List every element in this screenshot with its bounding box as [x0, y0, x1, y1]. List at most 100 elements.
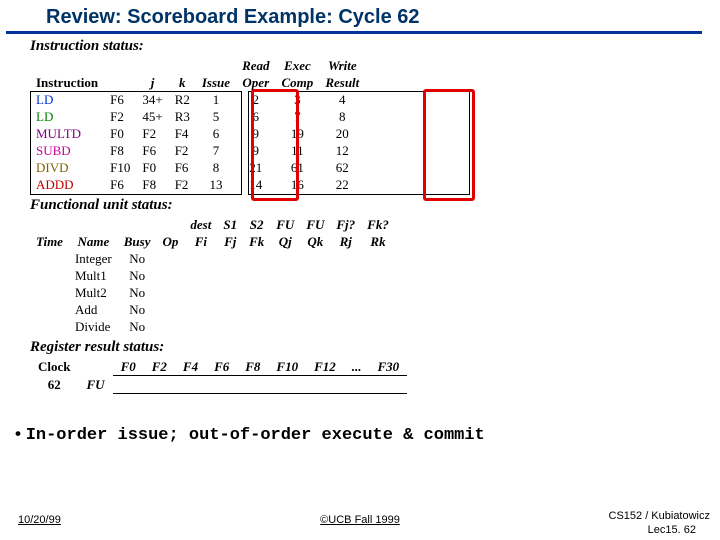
instr-op: MULTD [30, 125, 104, 142]
reg-cell [370, 376, 408, 394]
instr-dest: F10 [104, 159, 136, 176]
col-k: k [169, 74, 196, 91]
col-instruction: Instruction [30, 74, 104, 91]
instr-j: 45+ [136, 108, 168, 125]
instr-issue: 6 [196, 125, 236, 142]
instr-issue: 7 [196, 142, 236, 159]
bullet-summary: • In-order issue; out-of-order execute &… [15, 424, 705, 445]
register-result-table: ClockF0F2F4F6F8F10F12...F3062FU [30, 358, 720, 394]
instr-result: 62 [319, 159, 365, 176]
col-read: Read [236, 57, 275, 74]
fu-col-s1: S1 [217, 216, 243, 233]
functional-unit-table: dest S1 S2 FU FU Fj? Fk? Time Name Busy … [30, 216, 720, 335]
col-exec: Exec [276, 57, 320, 74]
instr-oper: 21 [236, 159, 275, 176]
reg-cell [306, 376, 344, 394]
highlight-result [423, 89, 475, 201]
instr-j: F6 [136, 142, 168, 159]
reg-col: F8 [237, 358, 268, 376]
instr-dest: F6 [104, 176, 136, 193]
fu-col-fu1: FU [270, 216, 300, 233]
fu-name: Mult1 [69, 267, 118, 284]
fu-name: Mult2 [69, 284, 118, 301]
instr-comp: 7 [276, 108, 320, 125]
instr-dest: F0 [104, 125, 136, 142]
instr-j: F8 [136, 176, 168, 193]
instr-k: R2 [169, 91, 196, 108]
instr-row: LDF634+R21234 [30, 91, 365, 108]
fu-col-fk: Fk [243, 233, 270, 250]
fu-name: Divide [69, 318, 118, 335]
instr-comp: 3 [276, 91, 320, 108]
slide-title: Review: Scoreboard Example: Cycle 62 [6, 0, 702, 34]
fu-row: Mult2No [30, 284, 395, 301]
reg-cell [206, 376, 237, 394]
instr-result: 12 [319, 142, 365, 159]
bullet-text: In-order issue; out-of-order execute & c… [26, 426, 485, 445]
col-write: Write [319, 57, 365, 74]
reg-cell [144, 376, 175, 394]
reg-col: F6 [206, 358, 237, 376]
instr-j: F0 [136, 159, 168, 176]
instr-issue: 5 [196, 108, 236, 125]
instr-k: F2 [169, 142, 196, 159]
instr-row: ADDDF6F8F213141622 [30, 176, 365, 193]
fu-busy: No [118, 284, 157, 301]
footer-lecture: Lec15. 62 [648, 524, 696, 536]
instr-op: SUBD [30, 142, 104, 159]
fu-col-fjq: Fj? [330, 216, 361, 233]
instr-k: F4 [169, 125, 196, 142]
instr-comp: 11 [276, 142, 320, 159]
fu-name: Add [69, 301, 118, 318]
fu-col-rk: Rk [361, 233, 395, 250]
fu-col-fi: Fi [184, 233, 217, 250]
fu-col-s2: S2 [243, 216, 270, 233]
fu-col-time: Time [30, 233, 69, 250]
instr-op: ADDD [30, 176, 104, 193]
col-result: Result [319, 74, 365, 91]
footer-course: CS152 / Kubiatowicz [609, 510, 711, 522]
clock-label: Clock [30, 358, 79, 376]
fu-col-op: Op [157, 233, 185, 250]
instr-oper: 9 [236, 142, 275, 159]
instr-result: 4 [319, 91, 365, 108]
reg-col: ... [344, 358, 370, 376]
fu-busy: No [118, 318, 157, 335]
fu-row: DivideNo [30, 318, 395, 335]
fu-col-name: Name [69, 233, 118, 250]
fu-busy: No [118, 250, 157, 267]
instr-issue: 1 [196, 91, 236, 108]
instr-oper: 14 [236, 176, 275, 193]
col-issue: Issue [196, 74, 236, 91]
reg-cell [113, 376, 144, 394]
fu-col-rj: Rj [330, 233, 361, 250]
instr-result: 20 [319, 125, 365, 142]
fu-name: Integer [69, 250, 118, 267]
instr-issue: 13 [196, 176, 236, 193]
instr-status-heading: Instruction status: [30, 38, 720, 55]
fu-col-busy: Busy [118, 233, 157, 250]
col-comp: Comp [276, 74, 320, 91]
reg-col: F4 [175, 358, 206, 376]
fu-col-fj: Fj [217, 233, 243, 250]
instr-op: DIVD [30, 159, 104, 176]
instr-k: R3 [169, 108, 196, 125]
fu-row: IntegerNo [30, 250, 395, 267]
instr-issue: 8 [196, 159, 236, 176]
col-oper: Oper [236, 74, 275, 91]
fu-col-fu2: FU [300, 216, 330, 233]
reg-col: F2 [144, 358, 175, 376]
instr-row: DIVDF10F0F68216162 [30, 159, 365, 176]
reg-status-heading: Register result status: [30, 339, 720, 356]
instr-oper: 2 [236, 91, 275, 108]
instr-k: F6 [169, 159, 196, 176]
instr-op: LD [30, 108, 104, 125]
instr-row: MULTDF0F2F4691920 [30, 125, 365, 142]
clock-value: 62 [30, 376, 79, 394]
fu-row: AddNo [30, 301, 395, 318]
instr-dest: F6 [104, 91, 136, 108]
instr-op: LD [30, 91, 104, 108]
instr-k: F2 [169, 176, 196, 193]
fu-row: Mult1No [30, 267, 395, 284]
instr-result: 8 [319, 108, 365, 125]
